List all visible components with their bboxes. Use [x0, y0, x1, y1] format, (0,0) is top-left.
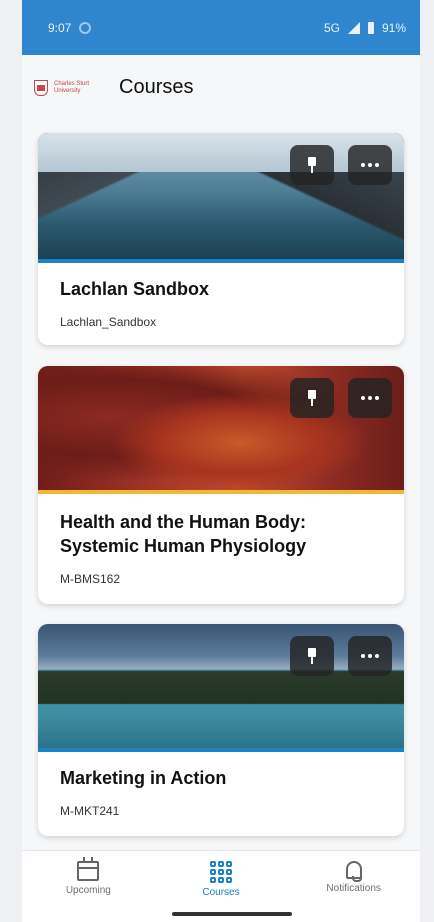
network-type: 5G — [323, 20, 340, 35]
more-dots-icon — [361, 163, 379, 167]
course-title: Marketing in Action — [60, 768, 227, 788]
course-image-heart — [38, 366, 404, 494]
more-dots-icon — [361, 654, 379, 658]
status-bar: 9:07 5G 91% — [22, 0, 420, 55]
more-options-button[interactable] — [348, 378, 392, 418]
course-image-mountain-lake — [38, 133, 404, 263]
card-actions — [290, 378, 392, 418]
course-card[interactable]: Health and the Human Body: Systemic Huma… — [38, 366, 404, 604]
status-time: 9:07 — [48, 20, 72, 35]
calendar-icon — [77, 857, 100, 881]
course-title: Health and the Human Body: Systemic Huma… — [60, 512, 307, 556]
course-image-lakeshore — [38, 624, 404, 752]
battery-icon — [367, 21, 374, 34]
card-actions — [290, 145, 392, 185]
left-bezel — [0, 0, 22, 922]
course-card[interactable]: Marketing in Action M-MKT241 — [38, 624, 404, 836]
course-title: Lachlan Sandbox — [60, 279, 210, 299]
status-right: 5G 91% — [324, 21, 406, 35]
course-code: M-MKT241 — [60, 804, 120, 818]
more-options-button[interactable] — [348, 636, 392, 676]
device-frame: 9:07 5G 91% Charles Sturt University Cou… — [0, 0, 434, 922]
battery-level: 91% — [381, 20, 406, 35]
card-body: Marketing in Action M-MKT241 — [38, 752, 404, 818]
pin-button[interactable] — [290, 636, 334, 676]
university-logo[interactable]: Charles Sturt University — [34, 79, 99, 96]
right-bezel — [420, 0, 434, 922]
app-bar: Charles Sturt University Courses — [22, 55, 420, 120]
page-title: Courses — [119, 76, 194, 98]
status-left: 9:07 — [48, 20, 92, 35]
app-screen: 9:07 5G 91% Charles Sturt University Cou… — [22, 0, 420, 922]
notification-icon — [79, 21, 92, 34]
grid-icon — [209, 861, 232, 883]
nav-notifications[interactable]: Notifications — [294, 861, 414, 894]
card-body: Lachlan Sandbox Lachlan_Sandbox — [38, 263, 404, 329]
nav-label: Notifications — [326, 883, 381, 894]
pin-icon — [306, 390, 318, 406]
card-actions — [290, 636, 392, 676]
signal-icon — [347, 21, 360, 34]
university-logo-text: Charles Sturt University — [54, 80, 90, 94]
card-body: Health and the Human Body: Systemic Huma… — [38, 494, 404, 586]
more-dots-icon — [361, 396, 379, 400]
nav-label: Upcoming — [65, 885, 111, 896]
university-shield-icon — [34, 79, 48, 96]
course-code: Lachlan_Sandbox — [60, 315, 157, 329]
course-card[interactable]: Lachlan Sandbox Lachlan_Sandbox — [38, 133, 404, 345]
pin-button[interactable] — [290, 378, 334, 418]
home-indicator[interactable] — [172, 912, 292, 916]
nav-label: Courses — [202, 887, 240, 898]
pin-icon — [306, 157, 318, 173]
nav-courses[interactable]: Courses — [161, 861, 281, 898]
pin-button[interactable] — [290, 145, 334, 185]
more-options-button[interactable] — [348, 145, 392, 185]
course-code: M-BMS162 — [60, 572, 121, 586]
nav-upcoming[interactable]: Upcoming — [28, 857, 148, 896]
pin-icon — [306, 648, 318, 664]
bell-icon — [345, 861, 362, 882]
